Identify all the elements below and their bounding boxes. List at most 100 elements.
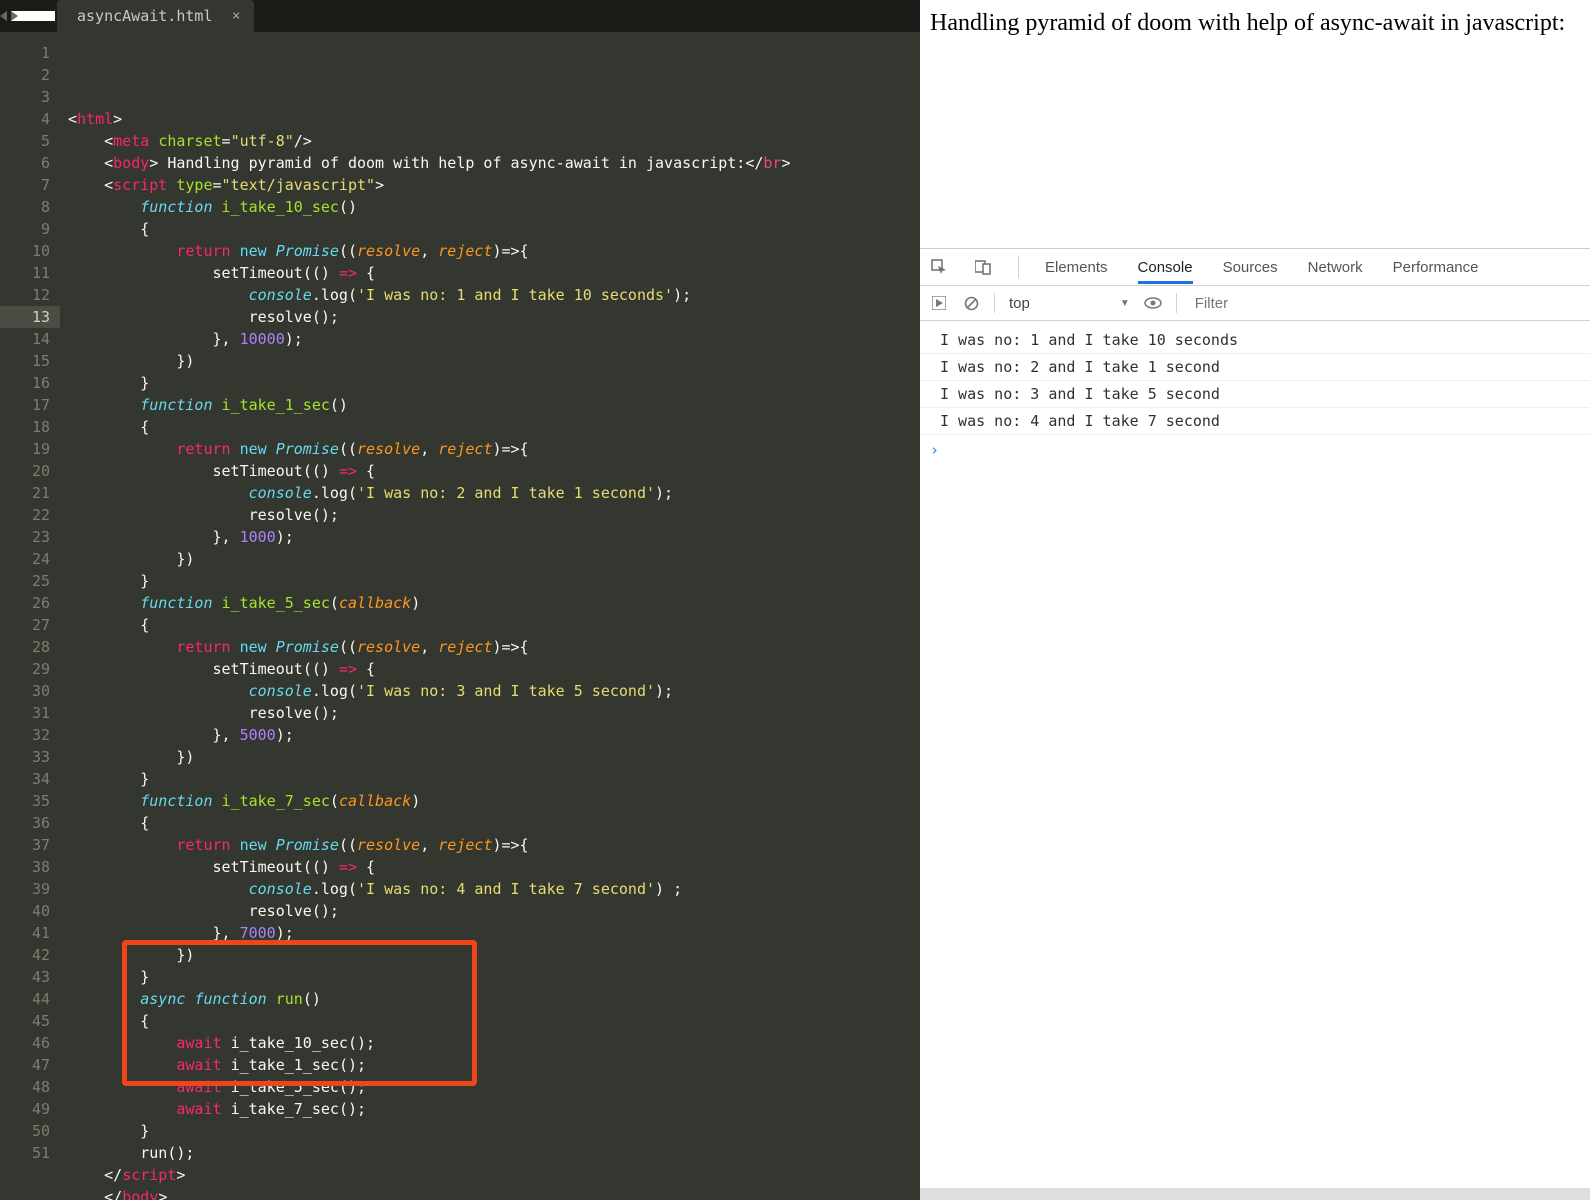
console-prompt[interactable]: › [920, 435, 1590, 465]
devtools-tab-elements[interactable]: Elements [1045, 251, 1108, 284]
line-number: 33 [0, 746, 50, 768]
line-number: 26 [0, 592, 50, 614]
line-number: 32 [0, 724, 50, 746]
code-line: }) [68, 350, 920, 372]
line-number: 44 [0, 988, 50, 1010]
line-number: 1 [0, 42, 50, 64]
code-line: function i_take_10_sec() [68, 196, 920, 218]
line-number: 35 [0, 790, 50, 812]
line-number: 23 [0, 526, 50, 548]
nav-forward-icon [11, 11, 55, 21]
editor-body: 1234567891011121314151617181920212223242… [0, 32, 920, 1200]
code-line: await i_take_5_sec(); [68, 1076, 920, 1098]
line-number: 36 [0, 812, 50, 834]
line-number: 20 [0, 460, 50, 482]
line-number: 6 [0, 152, 50, 174]
code-line: setTimeout(() => { [68, 262, 920, 284]
execution-play-icon[interactable] [930, 294, 948, 312]
code-line: }, 5000); [68, 724, 920, 746]
line-number: 13 [0, 306, 60, 328]
close-icon[interactable]: × [232, 8, 240, 24]
code-line: run(); [68, 1142, 920, 1164]
inspect-element-icon[interactable] [930, 258, 948, 276]
line-number: 24 [0, 548, 50, 570]
code-line: } [68, 372, 920, 394]
line-number: 2 [0, 64, 50, 86]
live-expression-icon[interactable] [1144, 294, 1162, 312]
code-line: } [68, 966, 920, 988]
code-line: { [68, 1010, 920, 1032]
separator [1018, 256, 1019, 278]
execution-context-selector[interactable]: top ▼ [1009, 295, 1130, 312]
editor-nav-arrows[interactable] [0, 0, 55, 32]
code-line: console.log('I was no: 1 and I take 10 s… [68, 284, 920, 306]
device-toolbar-icon[interactable] [974, 258, 992, 276]
editor-tabbar: asyncAwait.html × [0, 0, 920, 32]
code-line: <body> Handling pyramid of doom with hel… [68, 152, 920, 174]
code-line: return new Promise((resolve, reject)=>{ [68, 438, 920, 460]
separator [994, 293, 995, 313]
devtools-tab-sources[interactable]: Sources [1223, 251, 1278, 284]
code-line: { [68, 218, 920, 240]
line-number: 34 [0, 768, 50, 790]
line-number: 21 [0, 482, 50, 504]
line-number: 12 [0, 284, 50, 306]
code-line: console.log('I was no: 2 and I take 1 se… [68, 482, 920, 504]
separator [1176, 293, 1177, 313]
bottom-strip [920, 1188, 1590, 1200]
line-number: 37 [0, 834, 50, 856]
console-log-entry: I was no: 2 and I take 1 second [920, 354, 1590, 381]
line-number: 16 [0, 372, 50, 394]
code-line: console.log('I was no: 4 and I take 7 se… [68, 878, 920, 900]
console-filter-input[interactable] [1191, 291, 1580, 316]
line-number: 14 [0, 328, 50, 350]
line-number: 46 [0, 1032, 50, 1054]
code-line: return new Promise((resolve, reject)=>{ [68, 834, 920, 856]
code-line: await i_take_10_sec(); [68, 1032, 920, 1054]
code-line: { [68, 812, 920, 834]
code-area[interactable]: <html> <meta charset="utf-8"/> <body> Ha… [60, 32, 920, 1200]
code-line: return new Promise((resolve, reject)=>{ [68, 240, 920, 262]
line-number: 18 [0, 416, 50, 438]
code-line: } [68, 768, 920, 790]
editor-tab-active[interactable]: asyncAwait.html × [57, 0, 254, 32]
line-number: 28 [0, 636, 50, 658]
line-number: 42 [0, 944, 50, 966]
nav-back-icon [0, 11, 7, 21]
line-number: 41 [0, 922, 50, 944]
code-line: function i_take_5_sec(callback) [68, 592, 920, 614]
console-log-entry: I was no: 1 and I take 10 seconds [920, 327, 1590, 354]
line-number: 25 [0, 570, 50, 592]
devtools-tab-console[interactable]: Console [1138, 251, 1193, 284]
line-number: 15 [0, 350, 50, 372]
code-line: return new Promise((resolve, reject)=>{ [68, 636, 920, 658]
line-number: 8 [0, 196, 50, 218]
line-number: 50 [0, 1120, 50, 1142]
console-output[interactable]: I was no: 1 and I take 10 secondsI was n… [920, 321, 1590, 1188]
line-number: 22 [0, 504, 50, 526]
devtools-tabbar: Elements Console Sources Network Performance [920, 249, 1590, 286]
code-line: }, 7000); [68, 922, 920, 944]
devtools-tab-performance[interactable]: Performance [1393, 251, 1479, 284]
code-line: }) [68, 944, 920, 966]
line-number: 17 [0, 394, 50, 416]
line-number: 11 [0, 262, 50, 284]
devtools-tab-network[interactable]: Network [1308, 251, 1363, 284]
code-line: { [68, 614, 920, 636]
code-line: <html> [68, 108, 920, 130]
line-number: 5 [0, 130, 50, 152]
code-line: resolve(); [68, 306, 920, 328]
line-number: 3 [0, 86, 50, 108]
code-line: <script type="text/javascript"> [68, 174, 920, 196]
line-number: 49 [0, 1098, 50, 1120]
code-line: }) [68, 746, 920, 768]
code-line: { [68, 416, 920, 438]
line-number: 7 [0, 174, 50, 196]
line-number: 51 [0, 1142, 50, 1164]
code-editor-panel: asyncAwait.html × 1234567891011121314151… [0, 0, 920, 1200]
clear-console-icon[interactable] [962, 294, 980, 312]
code-line: } [68, 570, 920, 592]
devtools-panel: Elements Console Sources Network Performance… [920, 248, 1590, 1188]
line-number: 38 [0, 856, 50, 878]
console-toolbar: top ▼ [920, 286, 1590, 321]
